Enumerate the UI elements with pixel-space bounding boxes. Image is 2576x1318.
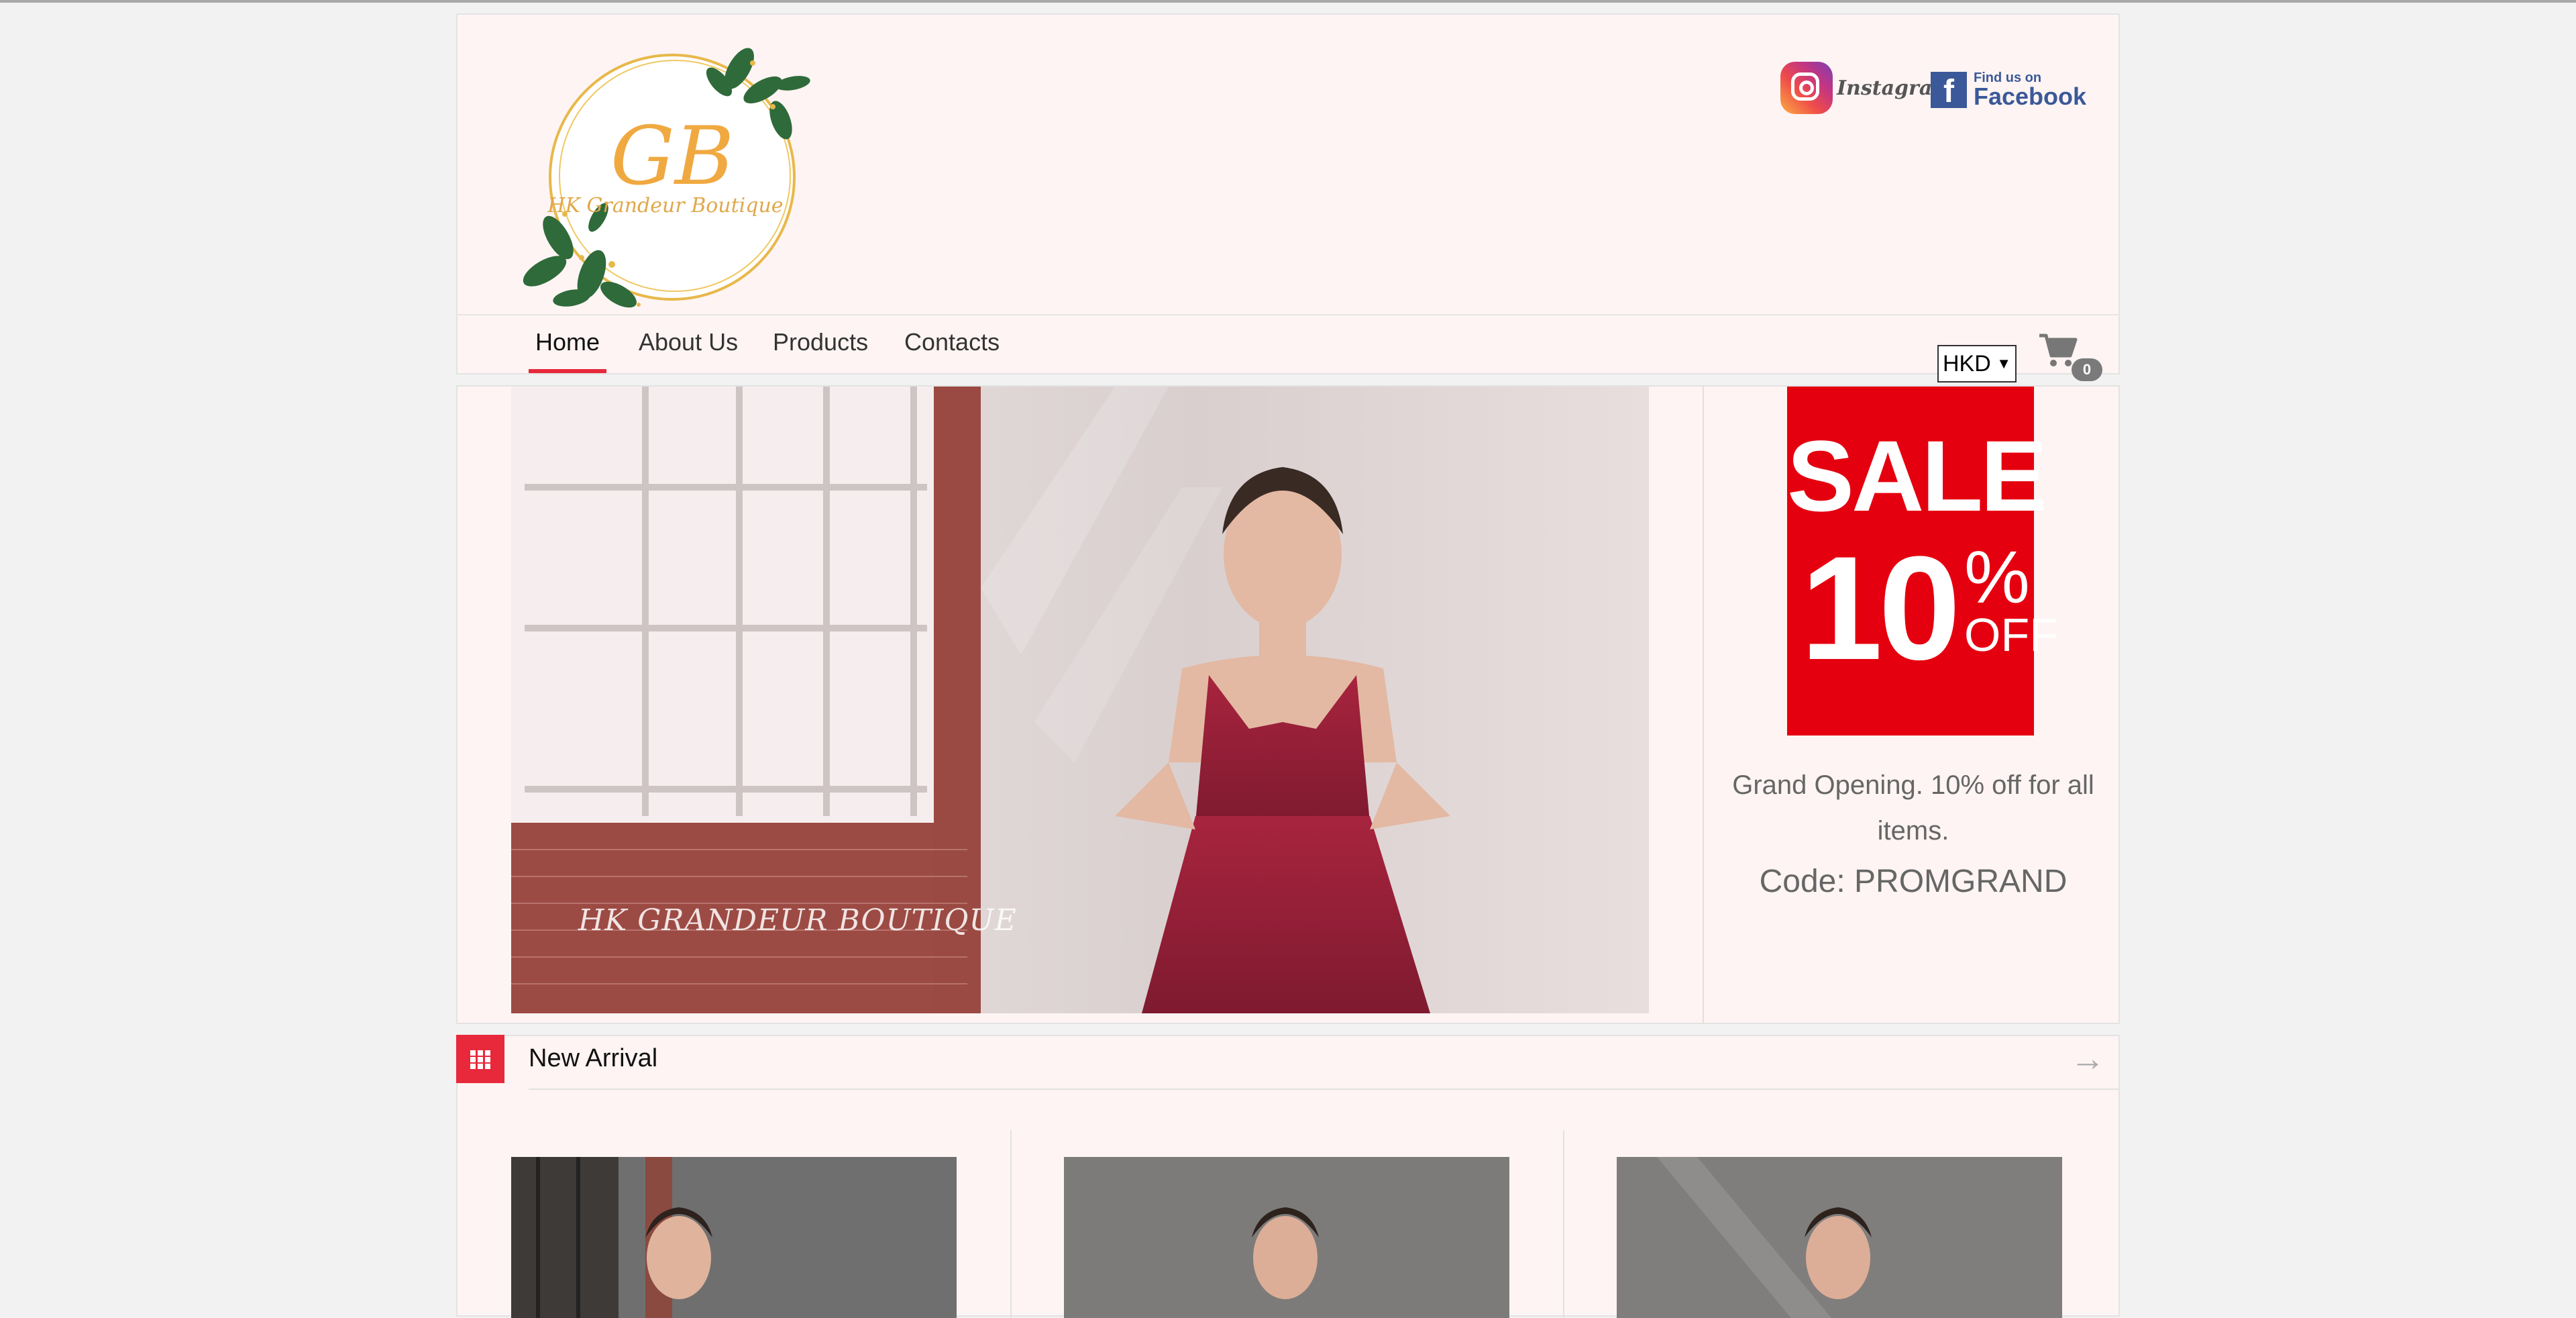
new-arrival-section: New Arrival → — [456, 1035, 2120, 1318]
hero-banner-image[interactable]: HK GRANDEUR BOUTIQUE — [511, 387, 1649, 1013]
currency-select[interactable]: HKD ▼ — [1937, 345, 2017, 383]
instagram-icon — [1780, 62, 1833, 114]
facebook-text: Find us on Facebook — [1974, 71, 2086, 109]
hero-caption: HK GRANDEUR BOUTIQUE — [578, 903, 1017, 937]
product-separator — [1010, 1130, 1012, 1318]
nav-products[interactable]: Products — [773, 315, 868, 373]
product-card[interactable] — [1064, 1157, 1509, 1318]
facebook-label: Facebook — [1974, 83, 2087, 110]
sale-percent-number: 10 — [1801, 525, 1961, 691]
cart-icon — [2039, 334, 2078, 366]
product-card[interactable] — [511, 1157, 957, 1318]
nav-about-us[interactable]: About Us — [639, 315, 738, 373]
brand-logo[interactable]: GB HK Grandeur Boutique — [518, 43, 820, 325]
product-separator — [1563, 1130, 1564, 1318]
logo-monogram: GB — [610, 110, 735, 203]
product-card[interactable] — [1617, 1157, 2062, 1318]
sale-word: SALE — [1787, 419, 2047, 532]
grid-icon — [456, 1035, 504, 1083]
product-image — [511, 1157, 957, 1318]
cart-count-badge: 0 — [2072, 358, 2102, 381]
main-nav: Home About Us Products Contacts HKD ▼ 0 — [458, 314, 2118, 383]
nav-home[interactable]: Home — [528, 315, 607, 373]
hero-divider — [1703, 387, 1704, 1024]
promo-code: Code: PROMGRAND — [1759, 864, 2068, 899]
sale-off-label: OFF — [1964, 609, 2058, 661]
arrow-right-icon[interactable]: → — [2070, 1039, 2105, 1079]
product-image — [1064, 1157, 1509, 1318]
section-title: New Arrival — [529, 1044, 658, 1072]
sale-banner[interactable]: SALE 10 % OFF — [1787, 387, 2058, 736]
nav-contacts[interactable]: Contacts — [904, 315, 1000, 373]
chevron-down-icon: ▼ — [1996, 355, 2011, 372]
hero-section: HK GRANDEUR BOUTIQUE SALE 10 % OFF Grand… — [456, 385, 2120, 1024]
sale-percent-sign: % — [1964, 536, 2030, 619]
facebook-link[interactable]: f Find us on Facebook — [1931, 71, 2086, 109]
logo-brand-name: HK Grandeur Boutique — [547, 194, 784, 217]
cart-button[interactable]: 0 — [2038, 332, 2112, 381]
product-image — [1617, 1157, 2062, 1318]
browser-top-border — [0, 0, 2576, 3]
promo-text: Grand Opening. 10% off for all items. — [1732, 770, 2094, 846]
site-header: GB HK Grandeur Boutique Instagram f Find… — [456, 13, 2120, 383]
currency-value: HKD — [1943, 351, 1991, 376]
facebook-icon: f — [1931, 72, 1967, 109]
section-divider — [529, 1088, 2118, 1090]
instagram-link[interactable]: Instagram — [1780, 62, 1953, 114]
